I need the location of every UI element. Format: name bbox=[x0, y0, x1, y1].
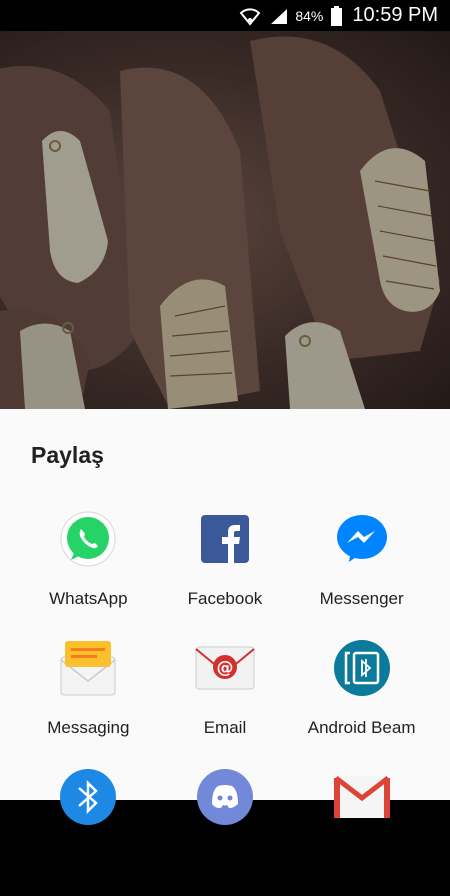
messaging-icon bbox=[58, 638, 118, 698]
share-app-messaging[interactable]: Messaging bbox=[20, 638, 157, 767]
email-icon: @ bbox=[195, 638, 255, 698]
share-app-label: Android Beam bbox=[307, 718, 416, 737]
discord-icon bbox=[195, 767, 255, 827]
gmail-icon bbox=[332, 767, 392, 827]
share-app-android-beam[interactable]: Android Beam bbox=[293, 638, 430, 767]
messenger-icon bbox=[332, 509, 392, 569]
share-app-bluetooth[interactable] bbox=[20, 767, 157, 896]
share-app-label: Messaging bbox=[47, 718, 130, 737]
share-sheet-title: Paylaş bbox=[31, 442, 104, 468]
share-app-whatsapp[interactable]: WhatsApp bbox=[20, 509, 157, 638]
background-photo bbox=[0, 31, 450, 409]
status-bar: 84% 10:59 PM bbox=[0, 0, 450, 31]
share-app-label: Email bbox=[203, 718, 247, 737]
android-beam-icon bbox=[332, 638, 392, 698]
whatsapp-icon bbox=[58, 509, 118, 569]
wifi-icon bbox=[239, 6, 261, 26]
battery-icon bbox=[331, 5, 343, 26]
svg-text:@: @ bbox=[216, 658, 233, 678]
clock: 10:59 PM bbox=[352, 4, 438, 26]
share-app-facebook[interactable]: Facebook bbox=[157, 509, 294, 638]
bluetooth-icon bbox=[58, 767, 118, 827]
share-sheet: Paylaş WhatsApp Facebook Messenger Messa… bbox=[0, 409, 450, 825]
facebook-icon bbox=[195, 509, 255, 569]
share-app-label: WhatsApp bbox=[49, 589, 128, 608]
battery-percent: 84% bbox=[295, 7, 324, 24]
share-app-gmail[interactable] bbox=[293, 767, 430, 896]
share-app-label: Messenger bbox=[319, 589, 404, 608]
share-app-email[interactable]: @ Email bbox=[157, 638, 294, 767]
share-app-discord[interactable] bbox=[157, 767, 294, 896]
share-app-messenger[interactable]: Messenger bbox=[293, 509, 430, 638]
share-app-label: Facebook bbox=[187, 589, 263, 608]
share-app-grid: WhatsApp Facebook Messenger Messaging @ … bbox=[20, 509, 430, 896]
signal-icon bbox=[269, 7, 289, 25]
